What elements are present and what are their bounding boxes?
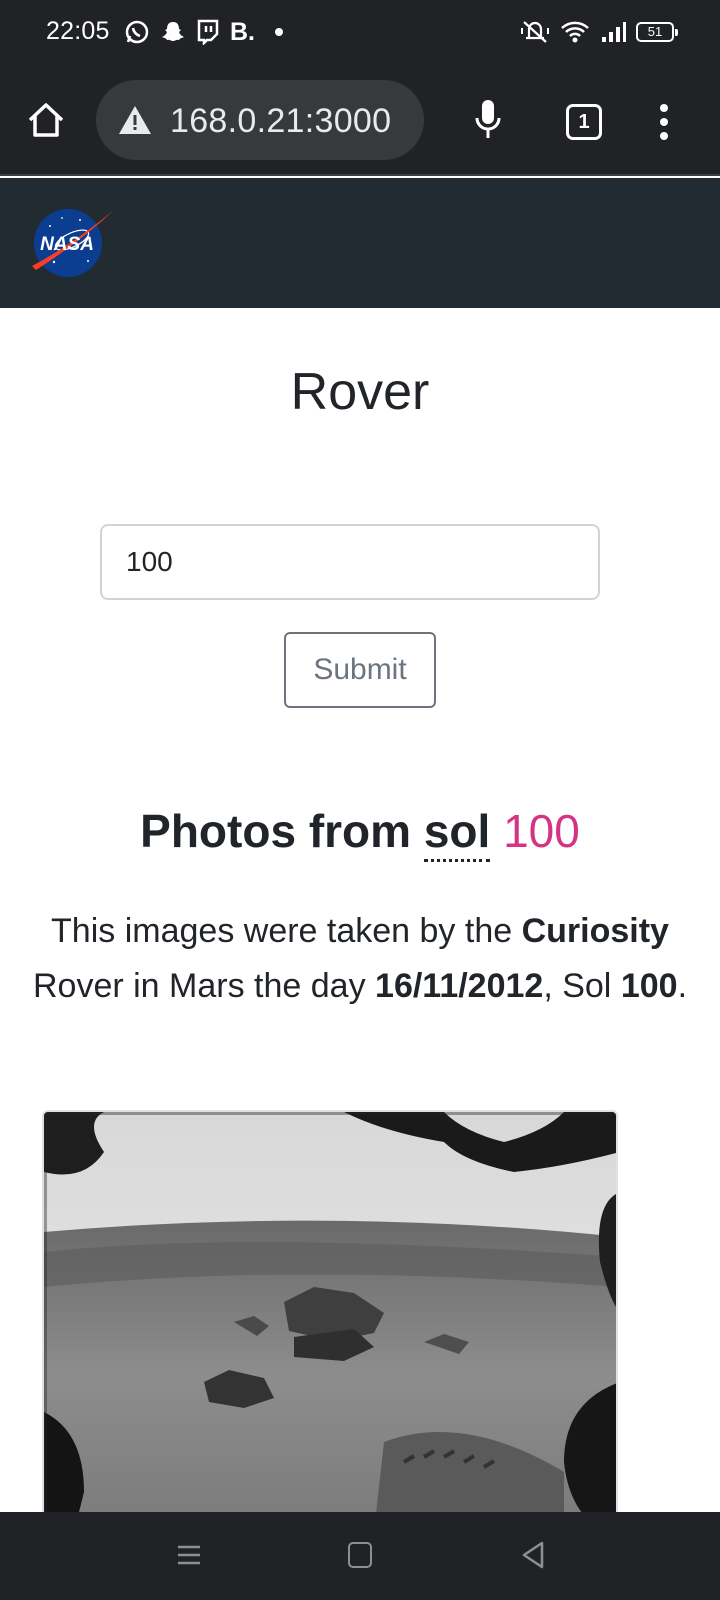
desc-part3: , Sol (543, 967, 612, 1005)
square-icon[interactable] (348, 1542, 372, 1568)
battery-icon: 51 (636, 22, 678, 42)
twitch-icon (197, 19, 219, 45)
submit-button[interactable]: Submit (284, 632, 436, 708)
browser-toolbar: 168.0.21:3000 1 (0, 64, 720, 176)
whatsapp-icon (125, 20, 149, 44)
tabs-icon[interactable]: 1 (566, 104, 602, 140)
signal-icon (602, 22, 626, 42)
wifi-icon (561, 21, 589, 43)
mic-icon[interactable] (472, 98, 504, 142)
rover-photo[interactable] (42, 1110, 618, 1530)
svg-text:NASA: NASA (40, 234, 94, 255)
sol-abbreviation: sol (423, 805, 491, 862)
url-text: 168.0.21:3000 (170, 102, 392, 140)
photos-heading: Photos from sol 100 (0, 804, 720, 862)
menu-icon[interactable] (176, 1542, 202, 1568)
photo-description: This images were taken by the Curiosity … (24, 904, 696, 1014)
navbar: NASA (0, 178, 720, 308)
earth-date: 16/11/2012 (375, 967, 544, 1005)
photos-heading-number: 100 (503, 805, 580, 857)
mars-photo-image (44, 1112, 616, 1528)
status-bar: 22:05 B. 51 (0, 0, 720, 64)
app-b-icon: B. (230, 18, 255, 46)
system-icons: 51 (520, 18, 678, 46)
desc-part4: . (677, 967, 688, 1005)
desc-part2: Rover in Mars the day (32, 967, 366, 1005)
vibrate-mute-icon (521, 21, 549, 43)
screen: 22:05 B. 51 168.0.21:3000 1 NASA Rover 1… (0, 0, 720, 1600)
snapchat-icon (162, 22, 184, 41)
rover-name: Curiosity (521, 912, 669, 950)
address-bar[interactable]: 168.0.21:3000 (96, 80, 424, 160)
warning-icon[interactable] (118, 104, 152, 136)
page-title: Rover (290, 363, 430, 421)
more-vert-icon[interactable] (656, 102, 672, 142)
photos-heading-prefix: Photos from (140, 805, 412, 857)
notification-icons: B. (124, 16, 283, 48)
back-icon[interactable] (520, 1540, 546, 1570)
system-navigation-bar (0, 1512, 720, 1600)
status-time: 22:05 (46, 17, 110, 45)
sol-value: 100 (620, 967, 678, 1005)
more-notifications-dot (275, 28, 283, 36)
sol-input[interactable] (100, 524, 600, 600)
nasa-logo[interactable]: NASA (30, 206, 116, 280)
desc-part1: This images were taken by the (51, 912, 513, 950)
home-icon[interactable] (26, 100, 66, 140)
